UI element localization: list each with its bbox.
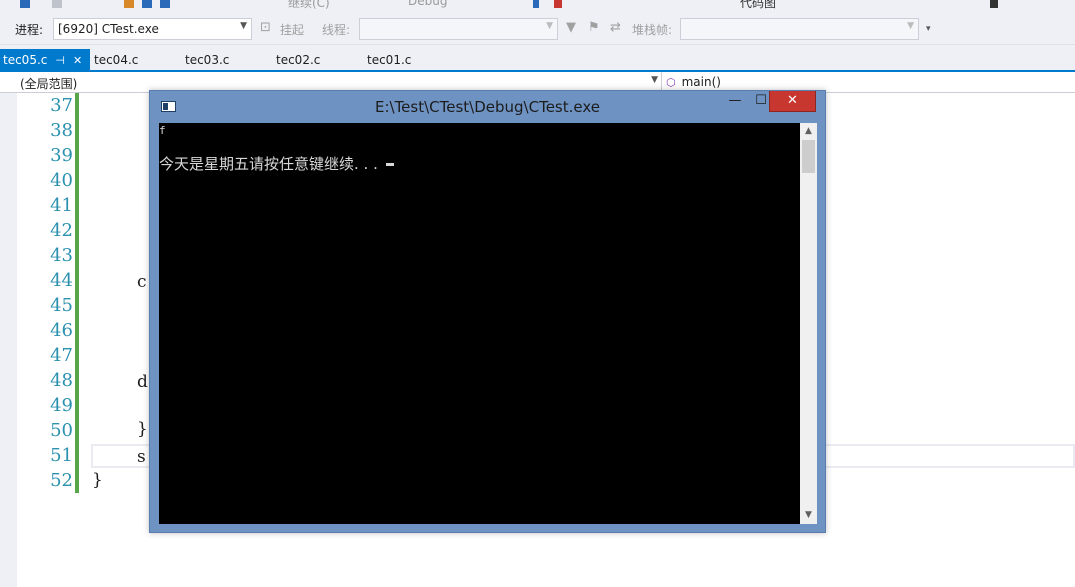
close-button[interactable]: ✕ [769, 91, 816, 112]
line-number: 42 [50, 220, 73, 241]
line-number: 47 [50, 345, 73, 366]
function-select[interactable]: ⬡ main() [666, 75, 721, 89]
suspend-icon[interactable]: ⊡ [260, 20, 271, 35]
process-label: 进程: [15, 23, 44, 37]
thread-select[interactable]: ▼ [359, 18, 558, 40]
save-all-icon[interactable] [160, 0, 170, 8]
line-number: 39 [50, 145, 73, 166]
open-file-icon[interactable] [124, 0, 134, 8]
pin-icon[interactable]: ⊣ [55, 54, 65, 67]
chevron-down-icon: ▼ [651, 75, 658, 85]
scroll-thumb[interactable] [802, 140, 815, 173]
line-number: 49 [50, 395, 73, 416]
scope-select[interactable]: (全局范围) ▼ [0, 72, 662, 92]
line-number: 43 [50, 245, 73, 266]
scope-value: (全局范围) [20, 77, 78, 91]
line-number: 48 [50, 370, 73, 391]
code-map-button[interactable]: 代码图 [740, 0, 776, 11]
suspend-button[interactable]: 挂起 [280, 21, 304, 38]
code-line-51: s [137, 447, 146, 467]
tab-label: tec04.c [94, 53, 139, 67]
close-icon[interactable]: ✕ [73, 54, 82, 67]
filter-icon[interactable]: ▼ [566, 20, 576, 35]
function-value: main() [681, 75, 721, 89]
tab-label: tec05.c [3, 53, 48, 67]
tab-label: tec03.c [185, 53, 230, 67]
scroll-up-icon[interactable]: ▲ [800, 123, 817, 140]
text-cursor [385, 163, 394, 166]
document-tabs: tec05.c ⊣ ✕ tec04.c tec03.c tec02.c tec01.… [0, 45, 1075, 71]
console-output-area[interactable]: f 今天是星期五请按任意键继续. . . [159, 123, 800, 524]
console-window[interactable]: E:\Test\CTest\Debug\CTest.exe — ☐ ✕ f 今天… [149, 90, 826, 533]
chevron-down-icon: ▼ [240, 21, 247, 31]
bookmark-icon[interactable] [990, 0, 998, 8]
code-line-44: c [137, 272, 147, 292]
code-line-50: } [137, 419, 148, 439]
line-number: 45 [50, 295, 73, 316]
console-scrollbar[interactable]: ▲ ▼ [800, 123, 817, 524]
main-toolbar: 继续(C) Debug 代码图 [0, 0, 1075, 12]
thread-label: 线程: [322, 23, 351, 37]
code-line-48: d [137, 372, 148, 392]
console-output-line: f [159, 124, 166, 137]
chevron-down-icon: ▼ [907, 21, 914, 31]
save-icon[interactable] [142, 0, 152, 8]
scroll-down-icon[interactable]: ▼ [800, 507, 817, 524]
tab-tec04[interactable]: tec04.c [91, 51, 141, 71]
toolbar-overflow-icon[interactable]: ▾ [926, 24, 931, 34]
line-number: 37 [50, 95, 73, 116]
stackframe-select[interactable]: ▼ [680, 18, 919, 40]
line-number: 40 [50, 170, 73, 191]
stop-icon[interactable] [554, 0, 562, 8]
line-number: 46 [50, 320, 73, 341]
line-number: 50 [50, 420, 73, 441]
tab-tec05[interactable]: tec05.c ⊣ ✕ [0, 49, 90, 71]
editor-margin [0, 93, 17, 587]
change-tracking-bar [75, 93, 79, 493]
method-cube-icon: ⬡ [666, 76, 676, 89]
line-number: 41 [50, 195, 73, 216]
line-number: 52 [50, 470, 73, 491]
pause-icon[interactable] [533, 0, 539, 8]
process-select[interactable]: [6920] CTest.exe ▼ [53, 18, 252, 40]
line-number: 38 [50, 120, 73, 141]
tab-tec01[interactable]: tec01.c [364, 51, 414, 71]
config-select[interactable]: Debug [408, 0, 447, 8]
tab-tec02[interactable]: tec02.c [273, 51, 323, 71]
tab-label: tec02.c [276, 53, 321, 67]
minimize-button[interactable]: — [722, 91, 748, 112]
code-line-52: } [92, 470, 103, 490]
chevron-down-icon: ▼ [546, 21, 553, 31]
line-number: 44 [50, 270, 73, 291]
tab-tec03[interactable]: tec03.c [182, 51, 232, 71]
tab-label: tec01.c [367, 53, 412, 67]
console-output-text: 今天是星期五请按任意键继续. . . [159, 155, 378, 173]
console-titlebar[interactable]: E:\Test\CTest\Debug\CTest.exe — ☐ ✕ [150, 91, 825, 122]
continue-button[interactable]: 继续(C) [288, 0, 330, 11]
debug-location-toolbar: 进程: [6920] CTest.exe ▼ ⊡ 挂起 线程: ▼ ▼ ⚑ ⇄ … [0, 12, 1075, 45]
line-number: 51 [50, 445, 73, 466]
unflag-icon[interactable]: ⇄ [610, 20, 621, 35]
process-value: [6920] CTest.exe [58, 22, 159, 36]
undo-icon[interactable] [20, 0, 30, 8]
redo-icon[interactable] [52, 0, 62, 8]
flag-thread-icon[interactable]: ⚑ [588, 20, 600, 35]
console-output-line: 今天是星期五请按任意键继续. . . [159, 153, 394, 174]
stackframe-label: 堆栈帧: [632, 23, 673, 37]
